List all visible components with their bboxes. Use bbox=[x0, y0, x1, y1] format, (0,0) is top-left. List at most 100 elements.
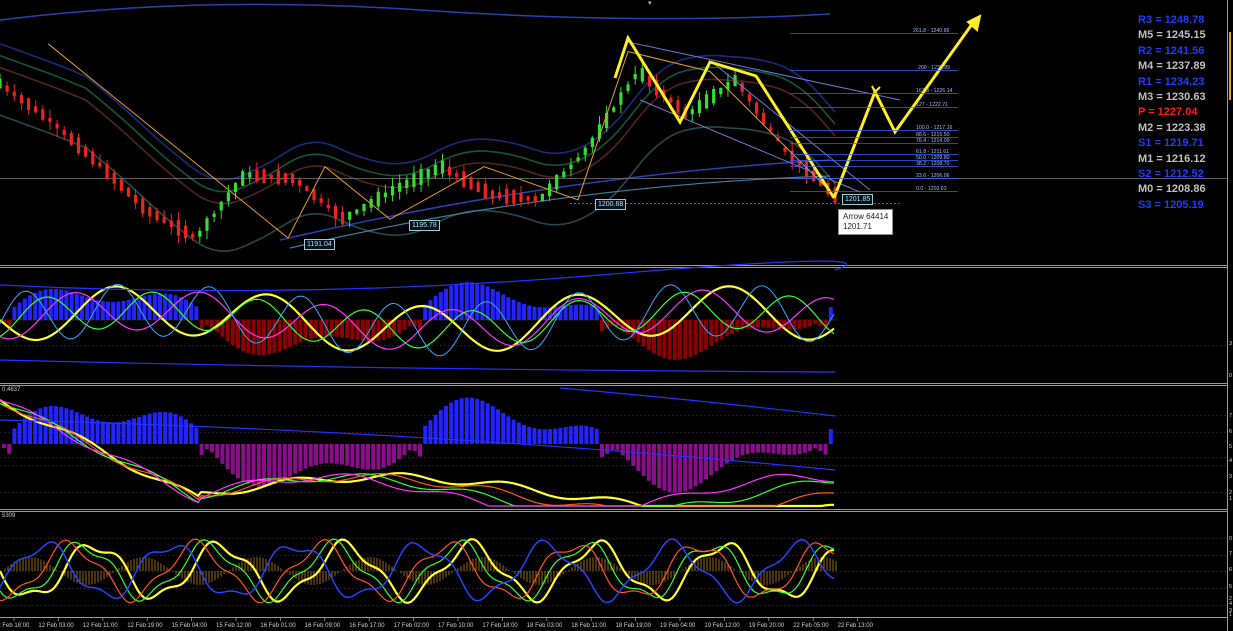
candle-body bbox=[226, 192, 230, 202]
histogram-bar bbox=[506, 416, 511, 444]
time-label: 18 Feb 19:00 bbox=[616, 623, 652, 629]
candle-body bbox=[333, 205, 338, 219]
oscillator-line bbox=[0, 402, 835, 507]
chart-canvas[interactable]: ▾ 261.8 - 1240.66 200 - 1233.89 161.8 - 12… bbox=[0, 0, 1233, 631]
histogram-bar bbox=[548, 429, 552, 444]
histogram-bar bbox=[428, 300, 433, 320]
channel-line bbox=[627, 41, 901, 101]
price-label-low-4: 1201.85 bbox=[842, 194, 874, 205]
candle-body bbox=[704, 94, 709, 109]
histogram-bar bbox=[579, 304, 584, 320]
histogram-bar bbox=[735, 320, 740, 332]
candle-body bbox=[191, 234, 195, 238]
candle-body bbox=[419, 169, 423, 185]
histogram-bar bbox=[241, 444, 246, 482]
indicator-panel-1 bbox=[0, 260, 1227, 373]
candle-body bbox=[212, 213, 216, 217]
price-label-low-3: 1200.68 bbox=[595, 199, 627, 210]
histogram-bar bbox=[277, 320, 282, 352]
histogram-bar bbox=[683, 444, 688, 492]
histogram-bar bbox=[646, 444, 651, 481]
histogram-bar bbox=[532, 306, 537, 320]
axis-tick-label: 6 bbox=[1229, 567, 1232, 573]
axis-tick-label: 4 bbox=[1229, 458, 1232, 464]
candle-body bbox=[612, 107, 616, 112]
histogram-bar bbox=[610, 444, 615, 451]
candle-body bbox=[426, 169, 430, 178]
candle-body bbox=[291, 173, 295, 184]
histogram-bar bbox=[828, 307, 833, 320]
pivot-level: M0 = 1208.86 bbox=[1138, 183, 1206, 196]
fib-level-label: 100.0 - 1217.16 bbox=[916, 125, 952, 131]
price-label-low-1: 1191.04 bbox=[304, 239, 335, 250]
candle-body bbox=[205, 218, 209, 231]
histogram-bar bbox=[355, 444, 360, 468]
histogram-bar bbox=[496, 291, 500, 320]
histogram-bar bbox=[95, 420, 100, 444]
fib-level-label: 127 - 1222.71 bbox=[916, 102, 948, 108]
time-label: 15 Feb 04:00 bbox=[172, 623, 208, 629]
top-marker-icon: ▾ bbox=[648, 0, 652, 7]
histogram-bar bbox=[360, 444, 365, 469]
axis-tick-label: 7 bbox=[1229, 413, 1232, 419]
histogram-bar bbox=[730, 444, 734, 461]
candle-body bbox=[112, 172, 116, 184]
histogram-bar bbox=[485, 403, 490, 444]
candle-body bbox=[783, 147, 787, 152]
arrow-tooltip: Arrow 64414 1201.71 bbox=[838, 209, 894, 235]
candle-body bbox=[669, 97, 673, 103]
histogram-bar bbox=[808, 320, 812, 327]
candle-body bbox=[398, 182, 402, 192]
histogram-bar bbox=[17, 423, 22, 444]
histogram-bar bbox=[672, 444, 677, 493]
histogram-bar bbox=[178, 416, 183, 444]
candle-body bbox=[769, 127, 773, 131]
histogram-bar bbox=[438, 292, 443, 320]
histogram-bar bbox=[444, 405, 448, 444]
histogram-bar bbox=[750, 444, 755, 453]
histogram-bar bbox=[740, 444, 745, 456]
candle-body bbox=[133, 194, 138, 204]
candle-body bbox=[647, 75, 652, 87]
histogram-bar bbox=[282, 444, 287, 480]
histogram-bar bbox=[184, 419, 188, 444]
candle-body bbox=[348, 211, 352, 220]
indicator-panel-2 bbox=[0, 387, 1227, 508]
candle-body bbox=[26, 98, 31, 110]
histogram-bar bbox=[106, 422, 110, 444]
histogram-bar bbox=[293, 444, 298, 474]
histogram-bar bbox=[210, 320, 214, 328]
histogram-bar bbox=[574, 425, 578, 444]
histogram-bar bbox=[761, 444, 766, 453]
histogram-bar bbox=[33, 410, 38, 444]
candle-body bbox=[255, 169, 259, 182]
envelope-line bbox=[0, 359, 836, 373]
histogram-bar bbox=[719, 444, 724, 468]
axis-tick-label: 1 bbox=[1229, 496, 1232, 502]
candle-body bbox=[383, 192, 387, 198]
histogram-bar bbox=[490, 406, 495, 444]
main-price-panel[interactable]: ▾ bbox=[0, 0, 1227, 252]
histogram-bar bbox=[522, 424, 526, 444]
candle-body bbox=[512, 190, 516, 204]
oscillator-line bbox=[0, 399, 835, 508]
histogram-bar bbox=[600, 320, 604, 332]
histogram-bar bbox=[631, 444, 636, 466]
time-label: 19 Feb 04:00 bbox=[660, 623, 696, 629]
indicator-value-label-1: 0.4637 bbox=[2, 387, 21, 393]
histogram-bar bbox=[423, 425, 428, 444]
histogram-bar bbox=[641, 444, 646, 477]
candle-body bbox=[390, 186, 395, 196]
candle-body bbox=[141, 198, 145, 214]
histogram-bar bbox=[776, 444, 781, 455]
histogram-bar bbox=[511, 419, 516, 444]
histogram-bar bbox=[714, 320, 719, 343]
histogram-bar bbox=[132, 418, 136, 444]
histogram-bar bbox=[756, 444, 760, 453]
candle-body bbox=[91, 151, 95, 165]
histogram-bar bbox=[652, 444, 656, 485]
candle-body bbox=[540, 193, 544, 202]
candle-body bbox=[412, 173, 416, 187]
histogram-bar bbox=[236, 444, 240, 479]
histogram-bar bbox=[522, 303, 526, 320]
